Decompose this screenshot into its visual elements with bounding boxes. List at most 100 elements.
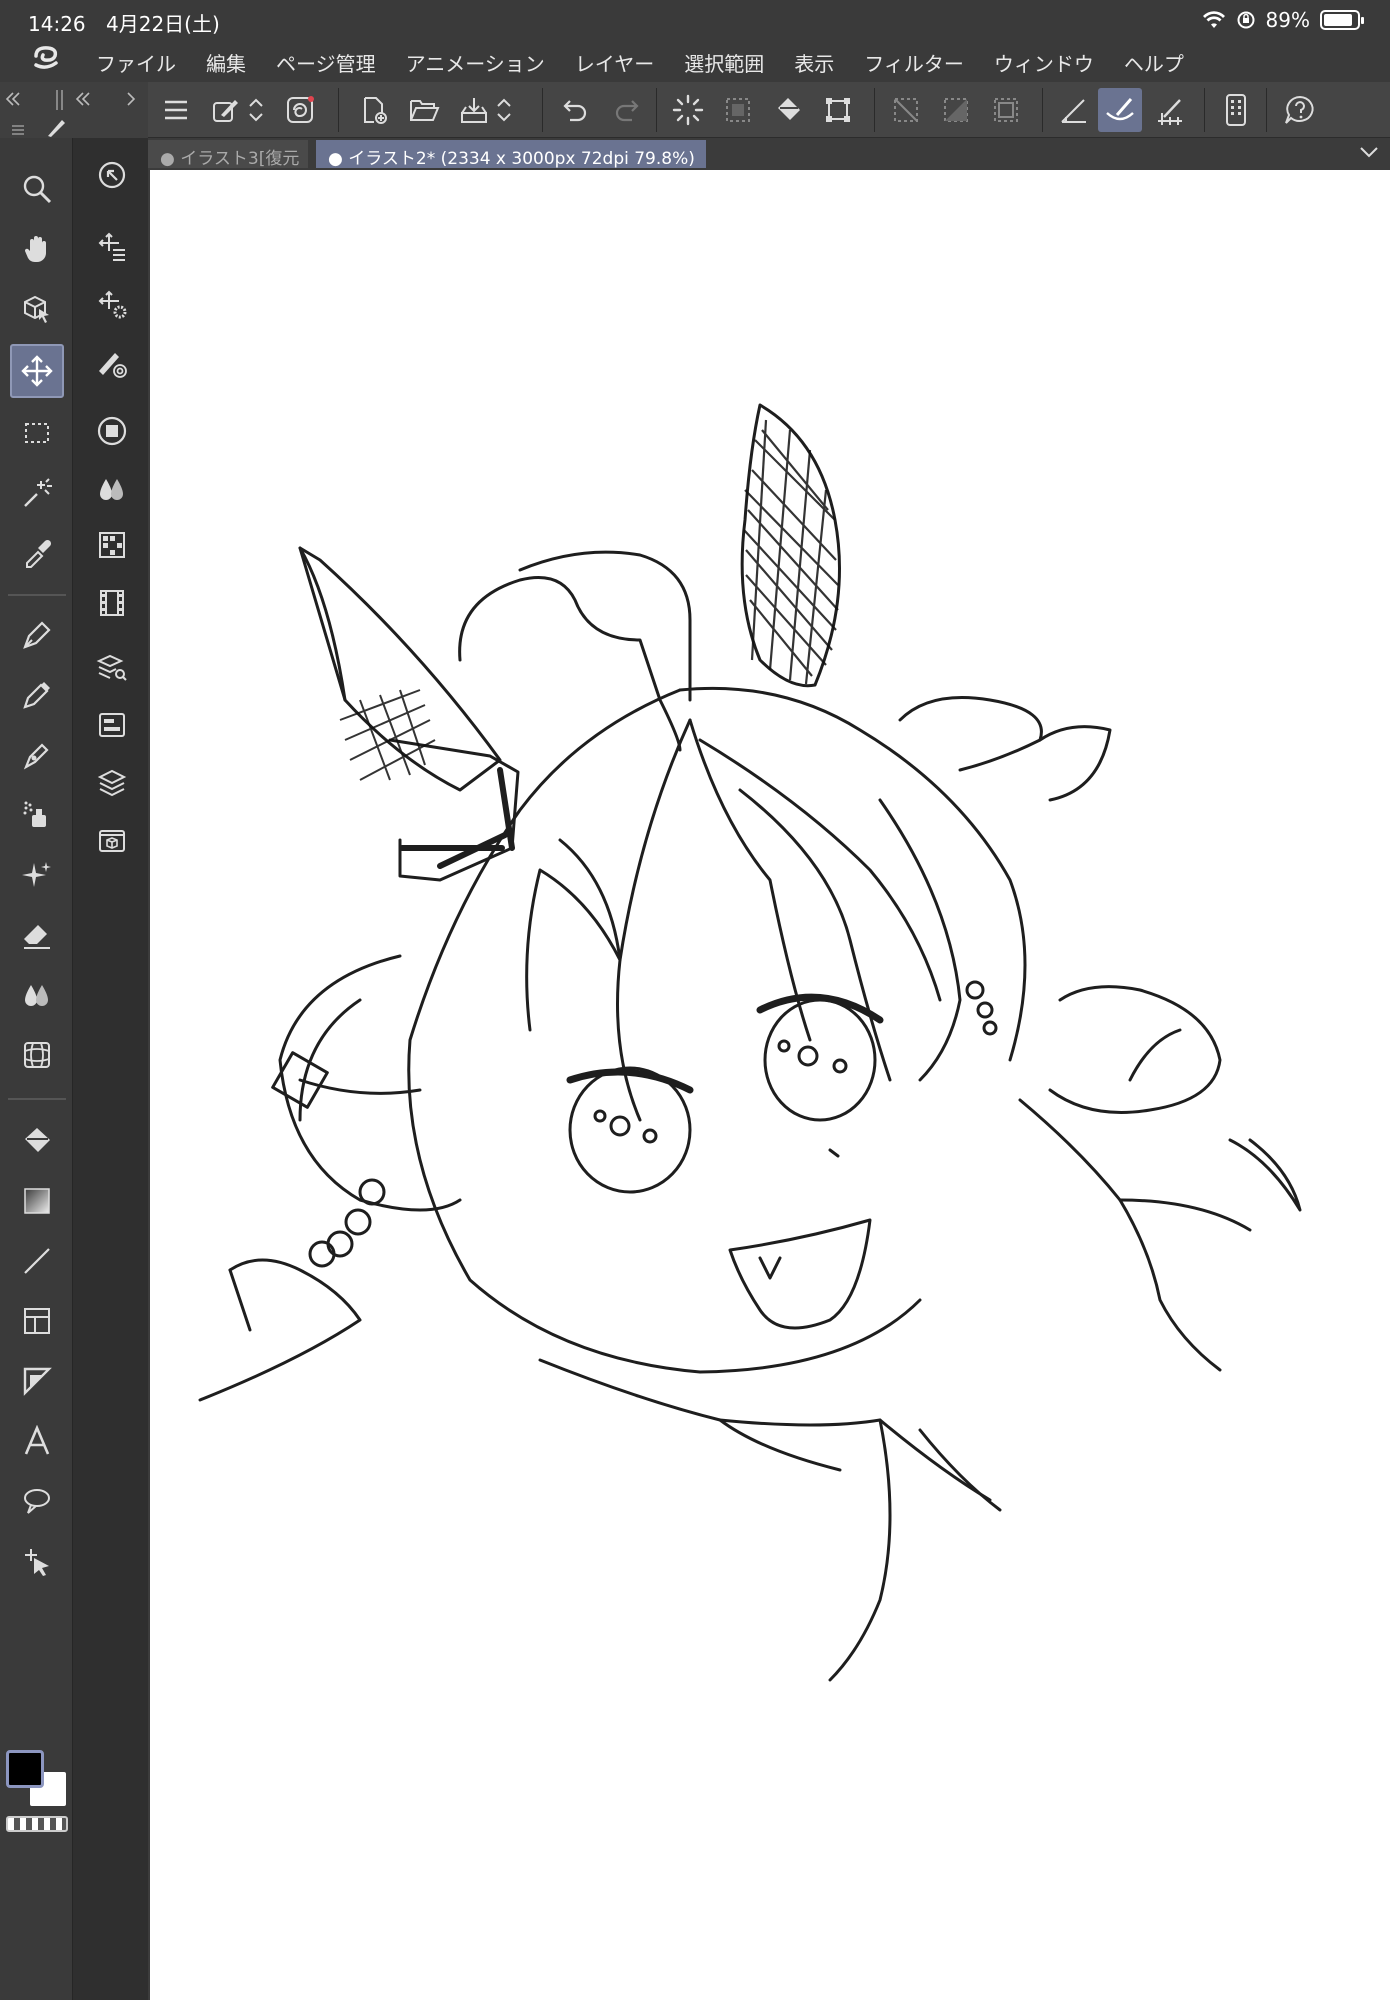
balloon-tool[interactable] bbox=[10, 1474, 64, 1528]
mesh-tool[interactable] bbox=[10, 1028, 64, 1082]
blend-tool[interactable] bbox=[10, 968, 64, 1022]
color-drops-icon bbox=[100, 479, 123, 500]
sub-tool-layer-move[interactable] bbox=[87, 150, 137, 200]
ruler-tool[interactable] bbox=[10, 1354, 64, 1408]
status-bar: 14:26 4月22日(土) 89% bbox=[0, 0, 1390, 38]
expand-right-icon[interactable] bbox=[124, 90, 138, 108]
transform-button[interactable] bbox=[816, 88, 860, 132]
battery-percent: 89% bbox=[1265, 8, 1310, 32]
collapse-left-icon-2[interactable] bbox=[74, 90, 92, 108]
ruler-snap-icon bbox=[1061, 99, 1086, 123]
tab-illust3[interactable]: ● イラスト3[復元 bbox=[148, 140, 308, 168]
menu-help[interactable]: ヘルプ bbox=[1124, 48, 1184, 77]
zoom-tool[interactable] bbox=[10, 162, 64, 216]
clip-studio-button[interactable] bbox=[278, 88, 322, 132]
loading-button[interactable] bbox=[666, 88, 710, 132]
stepper-button-2[interactable] bbox=[492, 88, 516, 132]
sparkle-icon bbox=[22, 862, 51, 887]
line-icon bbox=[24, 1248, 50, 1274]
frame-border-tool[interactable] bbox=[10, 1294, 64, 1348]
pen-tab-icon[interactable] bbox=[44, 116, 68, 138]
text-tool[interactable] bbox=[10, 1414, 64, 1468]
menu-button[interactable] bbox=[154, 88, 198, 132]
stepper-button[interactable] bbox=[244, 88, 268, 132]
menu-view[interactable]: 表示 bbox=[794, 48, 834, 77]
drawing-canvas[interactable] bbox=[150, 170, 1390, 2000]
menu-animation[interactable]: アニメーション bbox=[406, 48, 545, 77]
edge-keyboard-button[interactable] bbox=[1214, 88, 1258, 132]
menu-filter[interactable]: フィルター bbox=[864, 48, 964, 77]
deselect-icon bbox=[894, 98, 918, 122]
hand-tool[interactable] bbox=[10, 222, 64, 276]
sub-tool-move-settings[interactable] bbox=[87, 280, 137, 330]
decoration-tool[interactable] bbox=[10, 848, 64, 902]
sub-tool-layer-property[interactable] bbox=[87, 700, 137, 750]
selection-tool[interactable] bbox=[10, 406, 64, 460]
foreground-color-swatch[interactable] bbox=[6, 1750, 44, 1788]
menu-file[interactable]: ファイル bbox=[96, 48, 176, 77]
cube-cursor-icon bbox=[24, 295, 49, 323]
redo-button[interactable] bbox=[604, 88, 648, 132]
menu-window[interactable]: ウィンドウ bbox=[994, 48, 1094, 77]
eraser-tool[interactable] bbox=[10, 908, 64, 962]
special-ruler-snap-button[interactable] bbox=[1098, 88, 1142, 132]
open-file-button[interactable] bbox=[402, 88, 446, 132]
sub-tool-layers[interactable] bbox=[87, 758, 137, 808]
sub-tool-color-mix[interactable] bbox=[87, 464, 137, 514]
sketch-artwork bbox=[198, 403, 1302, 1682]
sub-tool-color-circle[interactable] bbox=[87, 406, 137, 456]
sub-tool-layer-search[interactable] bbox=[87, 642, 137, 692]
collapse-left-icon[interactable] bbox=[4, 90, 22, 108]
new-file-button[interactable] bbox=[352, 88, 396, 132]
menu-page-management[interactable]: ページ管理 bbox=[276, 48, 376, 77]
transparent-color-swatch[interactable] bbox=[6, 1816, 68, 1832]
correct-line-tool[interactable] bbox=[10, 1534, 64, 1588]
sub-tool-brush-target[interactable] bbox=[87, 338, 137, 388]
pen-tool[interactable] bbox=[10, 608, 64, 662]
pencil-icon bbox=[23, 682, 50, 709]
clip-studio-logo-icon[interactable] bbox=[28, 42, 64, 78]
edit-document-button[interactable] bbox=[204, 88, 248, 132]
sub-tool-material[interactable] bbox=[87, 816, 137, 866]
fill-button[interactable] bbox=[766, 88, 810, 132]
panel-grip-icon[interactable] bbox=[54, 90, 66, 110]
invert-selection-button[interactable] bbox=[934, 88, 978, 132]
up-down-chevron-icon bbox=[249, 98, 263, 122]
save-button[interactable] bbox=[452, 88, 496, 132]
sub-tool-color-set[interactable] bbox=[87, 520, 137, 570]
clear-selection-button[interactable] bbox=[884, 88, 928, 132]
fill-tool[interactable] bbox=[10, 1114, 64, 1168]
show-selection-button[interactable] bbox=[984, 88, 1028, 132]
undo-button[interactable] bbox=[554, 88, 598, 132]
spiral-icon bbox=[287, 96, 314, 123]
menu-layer[interactable]: レイヤー bbox=[575, 48, 654, 77]
gradient-tool[interactable] bbox=[10, 1174, 64, 1228]
menu-edit[interactable]: 編集 bbox=[206, 48, 246, 77]
pencil-tool[interactable] bbox=[10, 668, 64, 722]
panel-menu-icon[interactable] bbox=[10, 124, 26, 136]
magnifier-icon bbox=[23, 175, 52, 204]
status-time: 14:26 bbox=[28, 12, 86, 36]
help-button[interactable] bbox=[1278, 88, 1322, 132]
material-box-icon bbox=[99, 830, 125, 852]
help-bubble-icon bbox=[1285, 95, 1314, 124]
menu-bar: ファイル 編集 ページ管理 アニメーション レイヤー 選択範囲 表示 フィルター… bbox=[0, 38, 1390, 82]
device-keypad-icon bbox=[1226, 94, 1246, 126]
eyedropper-tool[interactable] bbox=[10, 526, 64, 580]
chevron-down-icon[interactable] bbox=[1358, 142, 1380, 162]
sub-tool-layer-move-2[interactable] bbox=[87, 222, 137, 272]
move-tool[interactable] bbox=[10, 344, 64, 398]
menu-selection[interactable]: 選択範囲 bbox=[684, 48, 764, 77]
brush-tool[interactable] bbox=[10, 728, 64, 782]
airbrush-tool[interactable] bbox=[10, 788, 64, 842]
select-all-button[interactable] bbox=[716, 88, 760, 132]
ruler-snap-button[interactable] bbox=[1052, 88, 1096, 132]
grid-snap-button[interactable] bbox=[1148, 88, 1192, 132]
object-3d-tool[interactable] bbox=[10, 282, 64, 336]
sub-tool-timeline[interactable] bbox=[87, 578, 137, 628]
figure-tool[interactable] bbox=[10, 1234, 64, 1288]
film-strip-icon bbox=[100, 590, 124, 616]
tab-illust2[interactable]: ● イラスト2* (2334 x 3000px 72dpi 79.8%) bbox=[316, 140, 706, 168]
auto-select-tool[interactable] bbox=[10, 466, 64, 520]
eyedropper-icon bbox=[26, 539, 52, 568]
